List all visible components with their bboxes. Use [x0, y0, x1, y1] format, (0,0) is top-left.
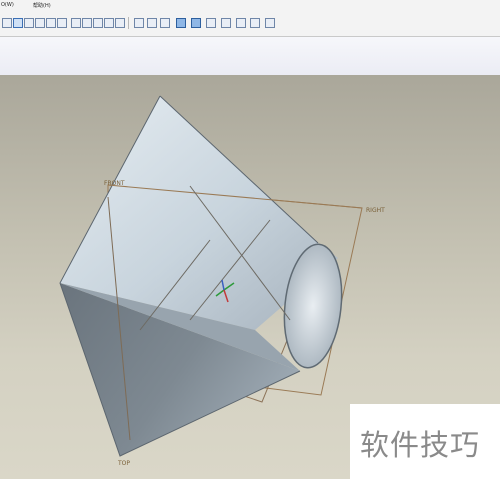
- watermark: 软件技巧: [350, 404, 500, 479]
- orient-icon[interactable]: [13, 18, 23, 28]
- saved-view-icon[interactable]: [71, 18, 81, 28]
- menu-item-help[interactable]: 帮助(H): [33, 2, 51, 9]
- annotation-icon[interactable]: [236, 18, 246, 28]
- dashboard-strip: [0, 37, 500, 76]
- spin-center-toggle-icon[interactable]: [221, 18, 231, 28]
- spin-center-icon[interactable]: [206, 18, 216, 28]
- display-style-icon[interactable]: [250, 18, 260, 28]
- menu-item-window[interactable]: O(W): [1, 2, 14, 8]
- datum-axis-icon[interactable]: [160, 18, 170, 28]
- datum-point-icon[interactable]: [176, 18, 186, 28]
- pointer-icon[interactable]: [265, 18, 275, 28]
- toolbar-separator: [128, 17, 129, 29]
- wireframe-icon[interactable]: [93, 18, 103, 28]
- repaint-icon[interactable]: [57, 18, 67, 28]
- hidden-line-icon[interactable]: [104, 18, 114, 28]
- view-icon[interactable]: [2, 18, 12, 28]
- refit-icon[interactable]: [24, 18, 34, 28]
- layers-icon[interactable]: [82, 18, 92, 28]
- datum-label-front[interactable]: FRONT: [104, 180, 125, 187]
- zoom-out-icon[interactable]: [46, 18, 56, 28]
- no-hidden-icon[interactable]: [115, 18, 125, 28]
- csys-icon[interactable]: [191, 18, 201, 28]
- zoom-in-icon[interactable]: [35, 18, 45, 28]
- toolbar: [0, 11, 500, 37]
- datum-plane-icon[interactable]: [147, 18, 157, 28]
- watermark-text: 软件技巧: [360, 428, 481, 462]
- menu-bar: O(W) 帮助(H): [0, 0, 500, 11]
- shading-icon[interactable]: [134, 18, 144, 28]
- datum-label-top[interactable]: TOP: [117, 460, 130, 467]
- datum-label-right[interactable]: RIGHT: [366, 207, 385, 214]
